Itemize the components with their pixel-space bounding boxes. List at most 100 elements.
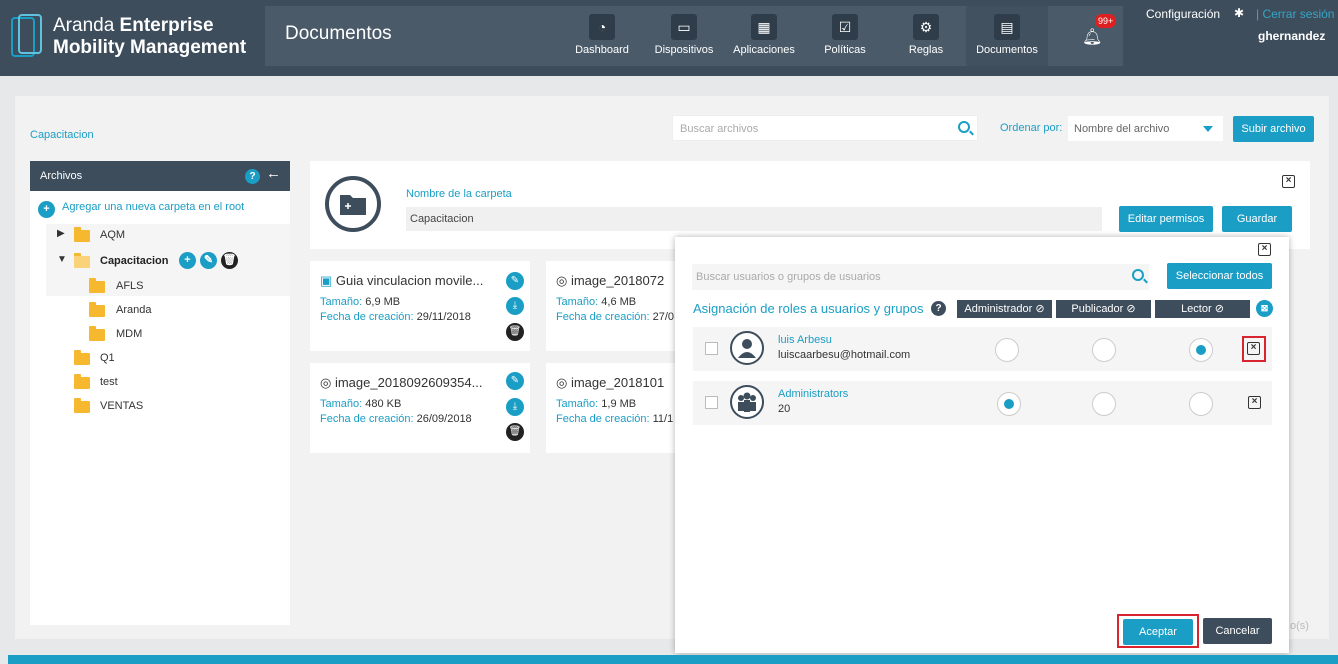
entry-name: luis Arbesu (778, 334, 832, 346)
folder-icon (74, 350, 90, 365)
role-radio-administrador[interactable] (997, 392, 1021, 416)
apps-grid-icon: ▦ (751, 14, 777, 40)
folder-icon (74, 398, 90, 413)
folder-aqm[interactable]: AQM (100, 229, 125, 241)
download-icon[interactable]: ⤓ (506, 297, 524, 315)
folder-afls[interactable]: AFLS (116, 280, 144, 292)
image-icon: ◎ (556, 273, 568, 288)
top-bar: Aranda Enterprise Mobility Management Do… (0, 0, 1338, 76)
add-subfolder-icon[interactable]: + (179, 252, 196, 269)
role-header-publicador[interactable]: Publicador ⊘ (1056, 300, 1151, 318)
select-all-button[interactable]: Seleccionar todos (1167, 263, 1272, 289)
assignment-row: luis Arbesu luiscaarbesu@hotmail.com × (693, 327, 1272, 371)
bottom-strip (8, 655, 1338, 664)
chevron-right-icon[interactable]: ▶ (57, 228, 65, 239)
folder-mdm[interactable]: MDM (116, 328, 142, 340)
folder-name-input[interactable]: Capacitacion (406, 207, 1102, 231)
row-checkbox[interactable] (705, 342, 718, 355)
nav-aplicaciones[interactable]: ▦ Aplicaciones (726, 6, 802, 66)
user-search-input[interactable]: Buscar usuarios o grupos de usuarios (692, 264, 1149, 290)
entry-name: Administrators (778, 388, 849, 400)
edit-pencil-icon[interactable]: ✎ (200, 252, 217, 269)
cancel-button[interactable]: Cancelar (1203, 618, 1272, 644)
role-radio-administrador[interactable] (995, 338, 1019, 362)
role-radio-lector[interactable] (1189, 338, 1213, 362)
document-icon: ▣ (320, 273, 333, 288)
order-select[interactable]: Nombre del archivo (1068, 116, 1223, 141)
help-icon[interactable]: ? (245, 169, 260, 184)
username: ghernandez (1258, 29, 1326, 43)
bell-icon[interactable]: 🔔︎ (1082, 27, 1102, 47)
nav-reglas[interactable]: ⚙ Reglas (888, 6, 964, 66)
role-header-administrador[interactable]: Administrador ⊘ (957, 300, 1052, 318)
image-icon: ◎ (556, 375, 568, 390)
nav-dashboard[interactable]: ◔ Dashboard (566, 6, 638, 66)
modal-close-icon[interactable]: × (1258, 243, 1271, 256)
chevron-down-icon[interactable]: ▼ (57, 254, 67, 265)
file-card[interactable]: ◎ image_2018092609354... Tamaño: 480 KB … (310, 363, 530, 453)
rules-icon: ⚙ (913, 14, 939, 40)
devices-icon: ▭ (671, 14, 697, 40)
download-icon[interactable]: ⤓ (506, 398, 524, 416)
pagination-text: o(s) (1290, 620, 1309, 632)
folder-add-icon (325, 176, 381, 232)
row-checkbox[interactable] (705, 396, 718, 409)
folder-icon (89, 302, 105, 317)
trash-icon[interactable]: 🗑︎ (221, 252, 238, 269)
caret-down-icon (1203, 126, 1213, 132)
close-icon[interactable]: × (1282, 175, 1295, 188)
trash-icon[interactable]: 🗑︎ (506, 423, 524, 441)
file-card[interactable]: ▣ Guia vinculacion movile... Tamaño: 6,9… (310, 261, 530, 351)
folder-icon (74, 374, 90, 389)
file-name: ▣ Guia vinculacion movile... (320, 273, 484, 288)
folder-icon (89, 326, 105, 341)
role-radio-publicador[interactable] (1092, 338, 1116, 362)
config-link[interactable]: Configuración (1146, 7, 1220, 21)
file-card[interactable]: ◎ image_2018072 Tamaño: 4,6 MB Fecha de … (546, 261, 676, 351)
group-avatar-icon (730, 385, 764, 419)
folder-name-label: Nombre de la carpeta (406, 188, 512, 200)
edit-permissions-button[interactable]: Editar permisos (1119, 206, 1213, 232)
role-header-lector[interactable]: Lector ⊘ (1155, 300, 1250, 318)
highlight-box (1117, 614, 1199, 648)
nav-documentos[interactable]: ▤ Documentos (966, 6, 1048, 66)
clear-roles-icon[interactable]: ⊠ (1256, 300, 1273, 317)
dashboard-icon: ◔ (589, 14, 615, 40)
trash-icon[interactable]: 🗑︎ (506, 323, 524, 341)
file-name: ◎ image_2018092609354... (320, 375, 483, 390)
assign-roles-title: Asignación de roles a usuarios y grupos (693, 301, 924, 316)
folder-q1[interactable]: Q1 (100, 352, 115, 364)
file-card[interactable]: ◎ image_2018101 Tamaño: 1,9 MB Fecha de … (546, 363, 676, 453)
nav-dispositivos[interactable]: ▭ Dispositivos (644, 6, 724, 66)
folder-icon (74, 227, 90, 242)
upload-file-button[interactable]: Subir archivo (1233, 116, 1314, 142)
help-icon[interactable]: ? (931, 301, 946, 316)
order-label: Ordenar por: (1000, 122, 1063, 134)
nav-politicas[interactable]: ☑ Políticas (808, 6, 882, 66)
documents-icon: ▤ (994, 14, 1020, 40)
breadcrumb[interactable]: Capacitacion (30, 129, 94, 141)
folder-aranda[interactable]: Aranda (116, 304, 151, 316)
edit-pencil-icon[interactable]: ✎ (506, 272, 524, 290)
search-icon[interactable] (1132, 269, 1144, 281)
search-files-input[interactable]: Buscar archivos (672, 115, 978, 141)
edit-pencil-icon[interactable]: ✎ (506, 372, 524, 390)
gear-icon[interactable]: ✱ (1234, 6, 1244, 20)
plus-icon[interactable]: + (38, 201, 55, 218)
folder-test[interactable]: test (100, 376, 118, 388)
search-icon[interactable] (958, 121, 970, 133)
brand-name: Aranda Enterprise Mobility Management (53, 15, 247, 58)
folder-capacitacion[interactable]: Capacitacion (100, 255, 168, 267)
folder-ventas[interactable]: VENTAS (100, 400, 143, 412)
remove-entry-icon[interactable]: × (1248, 396, 1261, 409)
arrow-left-icon[interactable]: ← (266, 165, 281, 182)
add-root-folder-link[interactable]: Agregar una nueva carpeta en el root (62, 201, 244, 213)
logout-link[interactable]: | Cerrar sesión (1256, 7, 1334, 21)
image-icon: ◎ (320, 375, 332, 390)
entry-detail: 20 (778, 403, 791, 415)
role-radio-publicador[interactable] (1092, 392, 1116, 416)
folder-open-icon (74, 253, 90, 268)
save-button[interactable]: Guardar (1222, 206, 1292, 232)
role-radio-lector[interactable] (1189, 392, 1213, 416)
logo-icon (11, 14, 42, 57)
